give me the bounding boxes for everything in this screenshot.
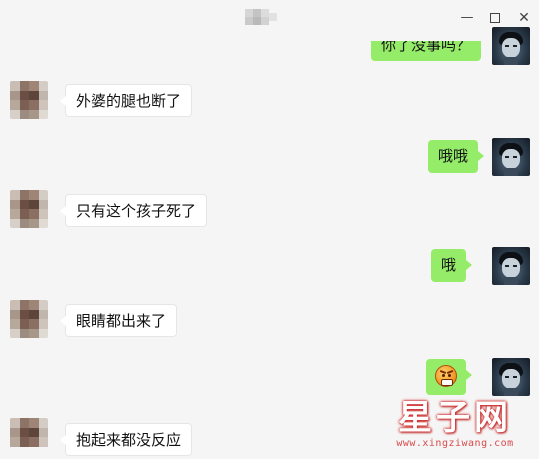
message-text: 眼睛都出来了: [76, 312, 167, 330]
contact-avatar-blurred[interactable]: [10, 418, 48, 456]
message-bubble-incoming[interactable]: 外婆的腿也断了: [59, 84, 193, 117]
message-bubble-outgoing[interactable]: 你了没事吗？: [371, 41, 482, 61]
my-avatar[interactable]: [492, 358, 530, 396]
message-text: 哦: [441, 256, 457, 274]
message-bubble-outgoing[interactable]: [426, 359, 472, 395]
minimize-icon: —: [460, 10, 474, 25]
contact-avatar-blurred[interactable]: [10, 190, 48, 228]
maximize-button[interactable]: [486, 9, 504, 27]
title-bar: — ✕: [0, 0, 539, 36]
chat-title-blurred: [245, 7, 283, 29]
watermark-title: 星子网: [398, 398, 512, 438]
message-text: 只有这个孩子死了: [76, 202, 197, 220]
my-avatar[interactable]: [492, 27, 530, 65]
my-avatar[interactable]: [492, 247, 530, 285]
site-watermark: 星子网 www.xingziwang.com: [380, 398, 530, 456]
message-text: 外婆的腿也断了: [76, 92, 182, 110]
close-icon: ✕: [518, 10, 530, 26]
message-bubble-outgoing[interactable]: 哦哦: [428, 140, 485, 173]
message-text: 你了没事吗？: [381, 41, 472, 54]
minimize-button[interactable]: —: [458, 9, 476, 27]
maximize-icon: [490, 13, 500, 23]
message-text: 抱起来都没反应: [76, 431, 182, 449]
my-avatar[interactable]: [492, 138, 530, 176]
watermark-url: www.xingziwang.com: [396, 438, 514, 449]
message-bubble-incoming[interactable]: 只有这个孩子死了: [59, 194, 208, 227]
contact-avatar-blurred[interactable]: [10, 81, 48, 119]
contact-avatar-blurred[interactable]: [10, 300, 48, 338]
message-text: 哦哦: [438, 147, 469, 165]
message-bubble-incoming[interactable]: 抱起来都没反应: [59, 423, 193, 456]
angry-face-emoji: [435, 365, 457, 387]
message-bubble-outgoing[interactable]: 哦: [431, 249, 473, 282]
close-button[interactable]: ✕: [515, 9, 533, 27]
message-bubble-incoming[interactable]: 眼睛都出来了: [59, 304, 178, 337]
